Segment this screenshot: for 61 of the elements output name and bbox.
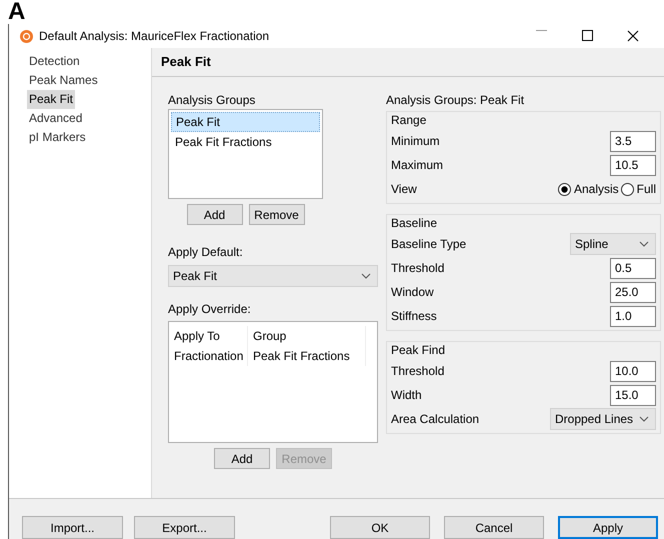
maximize-icon[interactable]	[582, 30, 592, 41]
field-label: Window	[391, 285, 434, 299]
section-label: Analysis Groups	[168, 92, 256, 109]
group-list[interactable]: Peak Fit Peak Fit Fractions	[168, 109, 323, 199]
button[interactable]: Add	[186, 204, 242, 225]
input-field[interactable]: 0.5	[610, 258, 656, 278]
column-header: Apply To	[169, 326, 248, 346]
input-field[interactable]: 10.0	[610, 360, 656, 382]
group-title: Baseline	[391, 215, 438, 232]
dropdown[interactable]: Dropped Lines	[550, 408, 656, 430]
button[interactable]: Cancel	[444, 516, 544, 539]
panel-title: Analysis Groups: Peak Fit	[386, 92, 526, 109]
button[interactable]: Add	[214, 448, 270, 469]
figure-label: A	[7, 0, 26, 27]
field-label: Baseline Type	[391, 237, 466, 251]
button[interactable]: Import...	[22, 516, 123, 539]
button[interactable]: Remove	[248, 204, 304, 225]
dropdown[interactable]: Spline	[570, 233, 656, 255]
input-field[interactable]: 25.0	[610, 282, 656, 302]
field-label: Apply Default:	[168, 244, 244, 261]
field-label: Width	[391, 388, 422, 402]
group-title: Range	[391, 112, 428, 129]
chevron-down-icon	[639, 416, 649, 422]
input-field[interactable]: 3.5	[610, 130, 656, 152]
field-label: Threshold	[391, 364, 444, 378]
field-label: View	[391, 182, 417, 196]
group-title: Peak Find	[391, 342, 446, 359]
radio-option[interactable]: Analysis	[558, 182, 619, 196]
chevron-down-icon	[361, 273, 371, 279]
radio-button[interactable]	[620, 182, 634, 196]
nav-item[interactable]: pI Markers	[27, 128, 88, 147]
column-header: Group	[248, 326, 366, 346]
field-label: Stiffness	[391, 309, 437, 323]
chevron-down-icon	[639, 241, 649, 247]
page-header: Peak Fit	[152, 48, 664, 77]
input-field[interactable]: 10.5	[610, 154, 656, 176]
list-item[interactable]: Peak Fit Fractions	[171, 132, 320, 152]
radio-button[interactable]	[558, 182, 571, 196]
field-label: Apply Override:	[168, 301, 252, 318]
app-logo-icon	[20, 30, 33, 42]
table-cell: Peak Fit Fractions	[248, 346, 366, 366]
minimize-icon[interactable]	[536, 30, 546, 31]
window-title: Default Analysis: MauriceFlex Fractionation	[39, 29, 270, 43]
input-field[interactable]: 1.0	[610, 306, 656, 326]
nav-item[interactable]: Peak Fit	[27, 90, 76, 109]
button[interactable]: Apply	[558, 516, 658, 539]
list-item[interactable]: Peak Fit	[171, 112, 320, 132]
nav-item[interactable]: Advanced	[27, 109, 84, 128]
field-label: Minimum	[391, 134, 440, 148]
nav-item[interactable]: Detection	[27, 52, 82, 71]
field-label: Maximum	[391, 158, 444, 172]
button[interactable]: OK	[330, 516, 430, 539]
field-label: Threshold	[391, 261, 444, 275]
table-cell: Fractionation	[169, 346, 248, 366]
field-label: Area Calculation	[391, 412, 480, 426]
nav-item[interactable]: Peak Names	[27, 71, 100, 90]
dropdown[interactable]: Peak Fit	[168, 265, 378, 287]
input-field[interactable]: 15.0	[610, 384, 656, 406]
button[interactable]: Export...	[134, 516, 235, 539]
close-icon[interactable]	[627, 30, 639, 42]
radio-option[interactable]: Full	[620, 182, 656, 196]
